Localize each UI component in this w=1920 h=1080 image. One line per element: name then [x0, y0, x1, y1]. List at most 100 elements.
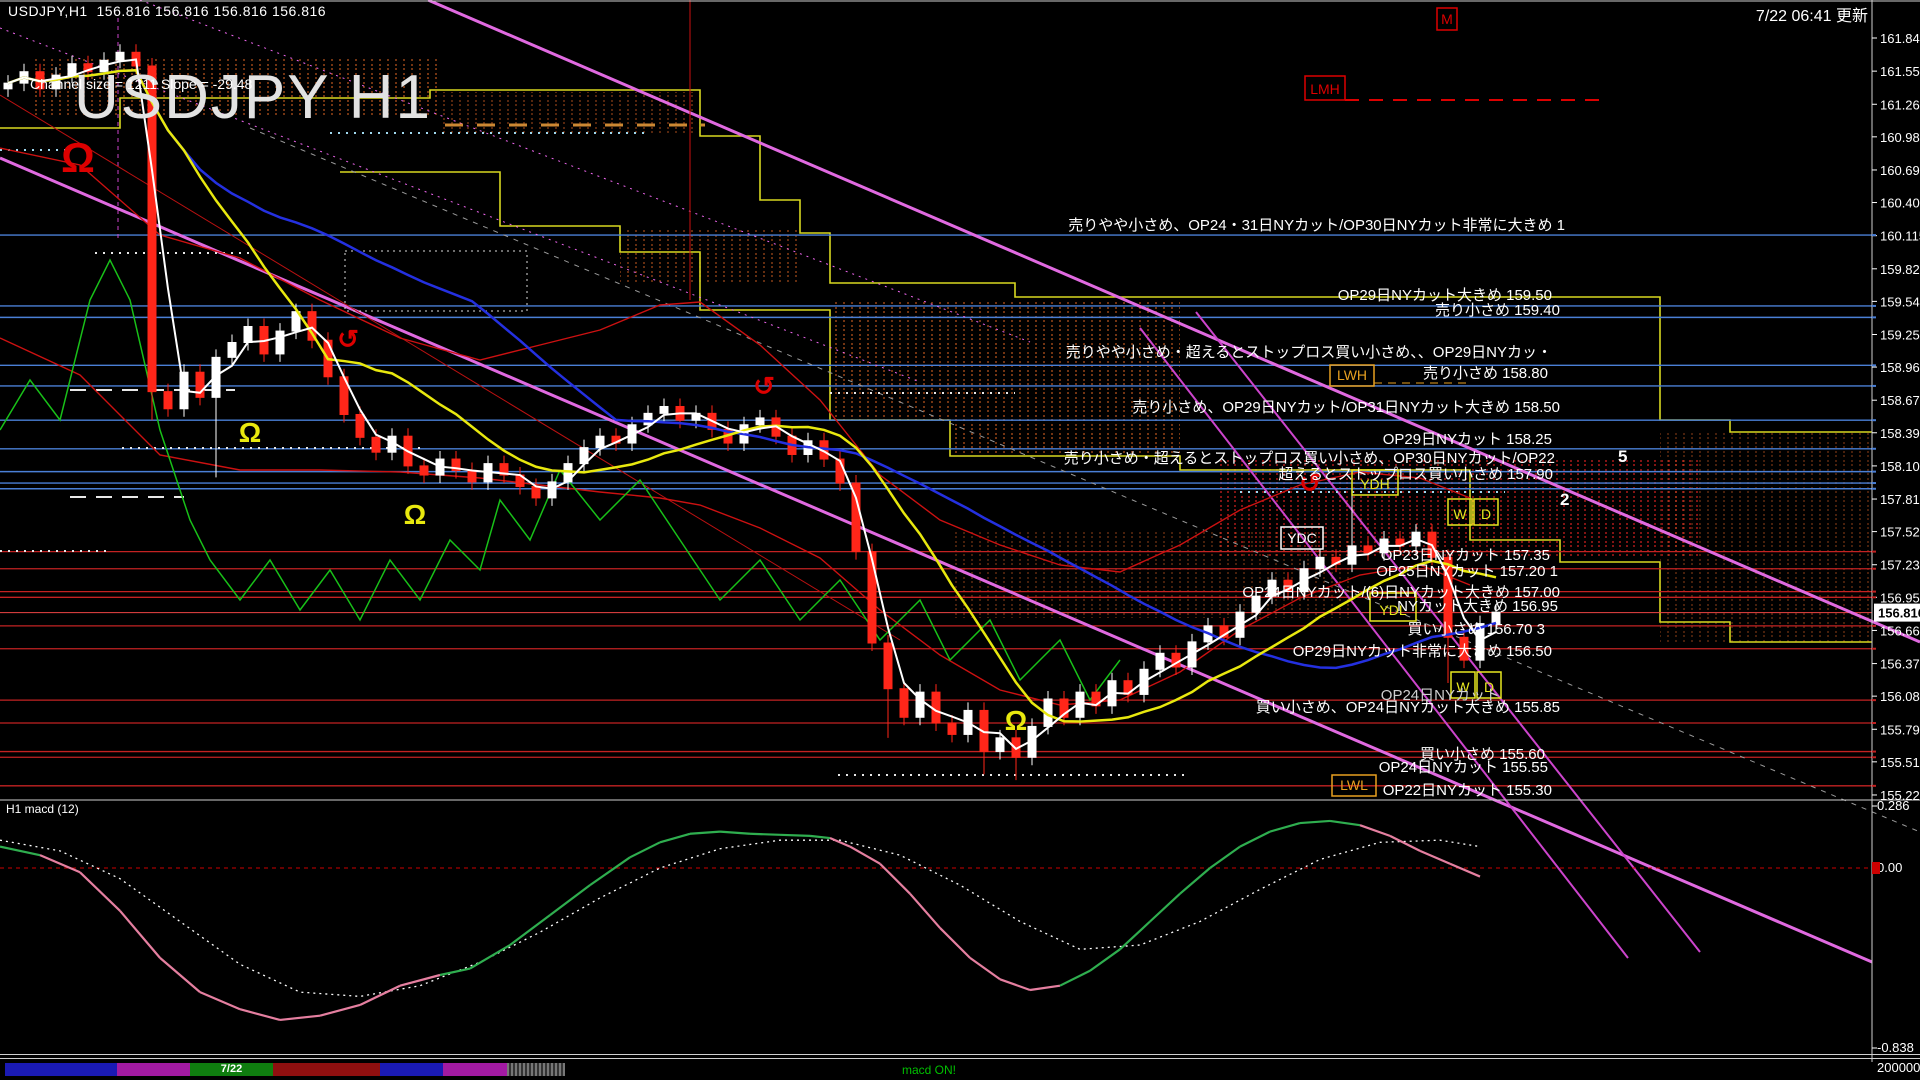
macd-main-line	[240, 1009, 280, 1020]
candlestick	[4, 83, 12, 89]
candlestick	[868, 552, 876, 643]
macd-main-line	[1030, 986, 1060, 990]
pane-separator-line	[0, 1058, 1920, 1059]
kumo-hatch-region	[830, 300, 1180, 455]
candlestick	[244, 327, 252, 343]
session-segment	[5, 1063, 117, 1076]
price-axis-tick: 155.795	[1880, 722, 1920, 737]
candlestick	[468, 470, 476, 481]
macd-main-line	[720, 832, 750, 834]
candlestick	[548, 482, 556, 498]
price-axis-tick: 157.235	[1880, 558, 1920, 573]
candlestick	[596, 436, 604, 447]
op-annotation: 買い小さめ、OP24日NYカット大きめ 155.85	[1256, 699, 1560, 716]
price-axis-tick: 161.265	[1880, 97, 1920, 112]
op-annotation: OP22日NYカット 155.30	[1383, 782, 1552, 799]
candlestick	[420, 466, 428, 475]
price-axis-tick: 158.100	[1880, 459, 1920, 474]
channel-info-label: Channel size = 1211 Slope = -29.48	[30, 76, 252, 92]
kumo-hatch-region	[1660, 432, 1872, 642]
pane-separator-line	[0, 1054, 1920, 1055]
macd-main-line	[470, 945, 510, 969]
op-annotation: OP25日NYカット 157.20 1	[1376, 563, 1558, 580]
macd-main-line	[750, 834, 780, 835]
macd-main-line	[910, 894, 940, 928]
macd-main-line	[320, 1005, 360, 1016]
candlestick	[276, 331, 284, 354]
macd-main-line	[1000, 979, 1030, 990]
current-price-value: 156.816	[1878, 606, 1920, 621]
macd-main-line	[780, 835, 810, 836]
session-segment	[380, 1063, 443, 1076]
macd-main-line	[810, 836, 830, 838]
macd-main-line	[1360, 825, 1390, 836]
chart-watermark: USDJPY H1	[74, 62, 432, 133]
price-axis-tick: 161.845	[1880, 31, 1920, 46]
candlestick	[884, 643, 892, 689]
omega-marker-icon: Ω	[404, 499, 426, 530]
price-chart-canvas[interactable]: ΩΩΩΩ↺↺↺MLMHLWHYDHYDCYDLWDWDLWL売りやや小さめ、OP…	[0, 0, 1920, 1080]
candlestick	[116, 52, 124, 60]
macd-main-line	[550, 885, 590, 915]
price-axis-tick: 156.950	[1880, 590, 1920, 605]
op-annotation: NYカット大きめ 156.95	[1397, 598, 1558, 615]
macd-main-line	[590, 857, 630, 885]
macd-main-line	[660, 834, 690, 843]
count-number-label: 2	[1560, 490, 1569, 509]
reversal-arrow-icon: ↺	[753, 371, 775, 401]
macd-main-line	[1120, 922, 1150, 950]
op-annotation: 買い小さめ 156.70 3	[1407, 621, 1545, 638]
level-label-text: YDC	[1287, 530, 1317, 546]
price-axis-tick: 160.405	[1880, 196, 1920, 211]
op-annotation: OP29日NYカット 158.25	[1383, 431, 1552, 448]
price-axis-tick: 158.390	[1880, 426, 1920, 441]
candlestick	[372, 437, 380, 452]
price-axis-tick: 161.555	[1880, 64, 1920, 79]
macd-main-line	[830, 838, 850, 847]
candlestick	[228, 343, 236, 358]
session-segment	[443, 1063, 507, 1076]
macd-main-line	[400, 975, 440, 986]
macd-main-line	[1090, 949, 1120, 970]
price-axis-tick: 159.825	[1880, 262, 1920, 277]
price-axis-tick: 156.370	[1880, 657, 1920, 672]
candlestick	[164, 392, 172, 409]
session-segment	[273, 1063, 380, 1076]
candlestick	[532, 486, 540, 497]
fractal-band	[0, 260, 560, 620]
op-annotation: 売りやや小さめ、OP24・31日NYカット/OP30日NYカット非常に大きめ 1	[1068, 217, 1565, 234]
macd-main-line	[80, 872, 120, 911]
level-label-text: W	[1453, 506, 1467, 522]
macd-main-line	[1210, 847, 1240, 868]
candlestick	[756, 418, 764, 425]
price-axis-tick: 160.115	[1880, 229, 1920, 244]
macd-zero-axis-marker	[1872, 862, 1880, 874]
moving-average-mid	[8, 70, 1496, 721]
macd-main-line	[360, 986, 400, 1005]
session-segment	[507, 1063, 565, 1076]
level-label-text: M	[1441, 11, 1453, 27]
macd-main-line	[1060, 971, 1090, 986]
op-annotation: 売り小さめ・超えるとストップロス買い小さめ、OP30日NYカット/OP22	[1064, 450, 1555, 467]
count-number-label: 5	[1618, 447, 1627, 466]
macd-main-line	[160, 958, 200, 992]
price-axis-tick: 155.510	[1880, 755, 1920, 770]
reversal-arrow-icon: ↺	[337, 324, 359, 354]
price-axis-tick: 158.965	[1880, 360, 1920, 375]
macd-main-line	[690, 832, 720, 834]
price-axis-tick: 156.660	[1880, 623, 1920, 638]
candlestick	[1156, 653, 1164, 669]
macd-scale-label: 0.286	[1877, 798, 1910, 813]
update-timestamp: 7/22 06:41 更新	[1756, 2, 1868, 26]
macd-main-line	[440, 969, 470, 975]
candlestick	[996, 738, 1004, 752]
macd-main-line	[1270, 823, 1300, 832]
macd-main-line	[280, 1016, 320, 1020]
candlestick	[900, 689, 908, 718]
op-annotation: 売り小さめ 158.80	[1423, 365, 1548, 382]
session-date-label: 7/22	[221, 1063, 242, 1075]
macd-main-line	[200, 992, 240, 1009]
op-annotation: 売りやや小さめ・超えるとストップロス買い小さめ、、OP29日NYカッ・	[1066, 344, 1552, 361]
macd-main-line	[970, 958, 1000, 979]
op-annotation: 売り小さめ 159.40	[1435, 302, 1560, 319]
